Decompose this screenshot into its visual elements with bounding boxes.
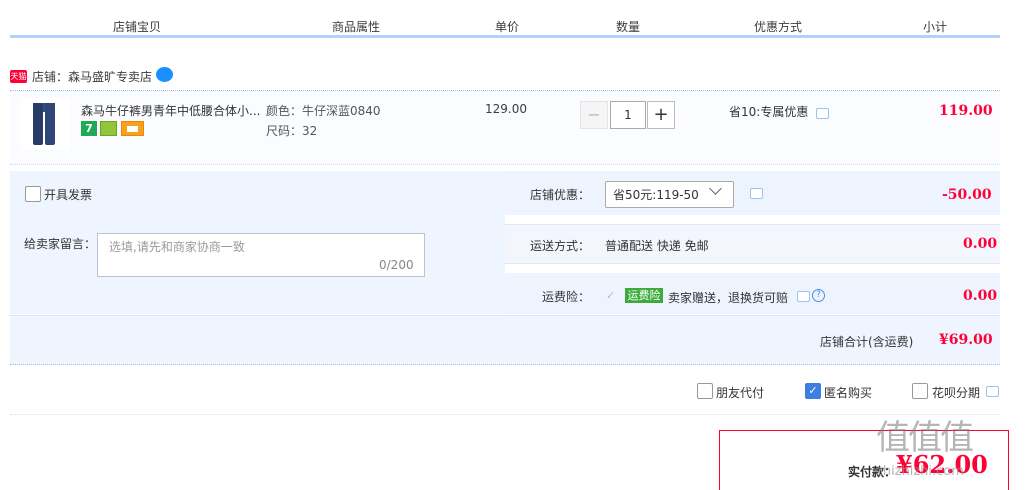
shop-coupon-amount: -50.00 <box>942 187 992 203</box>
comment-icon[interactable] <box>986 386 999 397</box>
col-attributes: 商品属性 <box>332 20 381 34</box>
quantity-input[interactable]: 1 <box>610 101 646 129</box>
anonymous-purchase-checkbox[interactable]: ✓ <box>805 383 821 399</box>
shop-coupon-label: 店铺优惠： <box>530 188 591 202</box>
comment-icon[interactable] <box>750 188 763 199</box>
item-title-link[interactable]: 森马牛仔裤男青年中低腰合体小... <box>81 102 261 119</box>
shipping-label: 运送方式： <box>530 239 591 253</box>
shop-name-link[interactable]: 店铺：森马盛旷专卖店 <box>32 68 152 85</box>
quantity-increase-button[interactable]: + <box>647 101 675 129</box>
friend-pay-checkbox[interactable] <box>697 383 713 399</box>
friend-pay-label[interactable]: 朋友代付 <box>716 384 764 401</box>
insurance-badge: 运费险 <box>625 288 663 303</box>
insurance-label: 运费险： <box>542 290 591 304</box>
col-subtotal: 小计 <box>923 20 948 34</box>
message-char-counter: 0/200 <box>379 258 414 272</box>
guarantee-icon <box>100 121 117 136</box>
credit-card-icon <box>121 121 144 136</box>
store-total-amount: ¥69.00 <box>939 332 993 348</box>
divider <box>10 414 1000 415</box>
column-header: 店铺宝贝 商品属性 单价 数量 优惠方式 小计 <box>10 14 1000 38</box>
insurance-amount: 0.00 <box>963 288 998 304</box>
site-watermark-logo: 值值值 <box>876 418 974 458</box>
site-watermark-url: zhizhizhi.com <box>876 464 964 479</box>
col-unit-price: 单价 <box>495 20 520 34</box>
comment-icon[interactable] <box>797 291 810 302</box>
unit-price: 129.00 <box>485 102 527 116</box>
item-subtotal: 119.00 <box>939 103 993 119</box>
col-shop-item: 店铺宝贝 <box>113 20 162 34</box>
insurance-text: 卖家赠送，退换货可赔 <box>668 291 789 305</box>
checkmark-icon: ✓ <box>606 289 616 302</box>
shipping-method: 普通配送 快递 免邮 <box>605 239 709 253</box>
huabei-installment-checkbox[interactable] <box>912 383 928 399</box>
help-icon[interactable]: ? <box>812 289 825 302</box>
wangwang-chat-icon[interactable] <box>156 67 173 82</box>
invoice-label[interactable]: 开具发票 <box>44 186 92 203</box>
store-total-label: 店铺合计(含运费) <box>820 335 914 349</box>
quantity-decrease-button[interactable]: − <box>580 101 608 129</box>
huabei-installment-label[interactable]: 花呗分期 <box>932 384 980 401</box>
col-discount: 优惠方式 <box>754 20 803 34</box>
col-quantity: 数量 <box>616 20 641 34</box>
shop-coupon-selected: 省50元:119-50 <box>613 188 699 202</box>
comment-icon[interactable] <box>816 108 829 119</box>
message-label: 给卖家留言： <box>24 237 97 251</box>
jeans-image-left-leg <box>33 103 43 145</box>
seven-day-return-icon: 7 <box>81 121 97 136</box>
shipping-amount: 0.00 <box>963 236 998 252</box>
invoice-checkbox[interactable] <box>25 186 41 202</box>
message-placeholder: 选填,请先和商家协商一致 <box>109 240 245 254</box>
anonymous-purchase-label[interactable]: 匿名购买 <box>824 384 872 401</box>
tmall-badge-icon: 天猫 <box>10 70 27 83</box>
item-promotion: 省10:专属优惠 <box>729 105 809 119</box>
item-color: 颜色：牛仔深蓝0840 <box>266 104 381 118</box>
jeans-image-right-leg <box>45 103 55 145</box>
item-size: 尺码：32 <box>266 124 318 138</box>
